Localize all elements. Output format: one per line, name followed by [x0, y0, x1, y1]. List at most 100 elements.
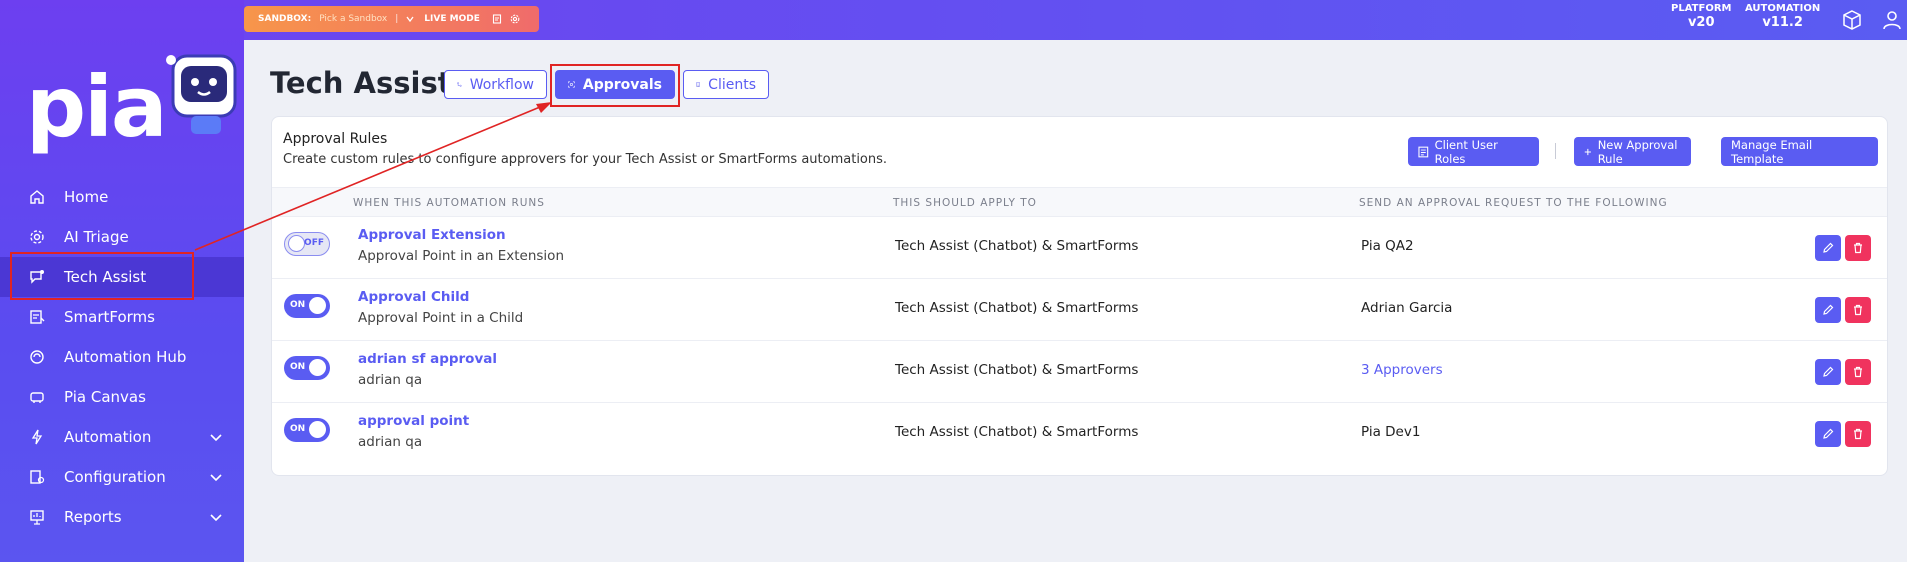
- pia-logo[interactable]: pia: [26, 62, 168, 152]
- annotation-highlight-tab: [550, 64, 680, 107]
- chevron-down-icon[interactable]: [406, 15, 414, 23]
- hub-icon: [28, 348, 46, 366]
- trash-icon: [1854, 428, 1862, 440]
- reports-icon: [28, 508, 46, 526]
- sidebar-nav: Home AI Triage Tech Assist SmartForms Au…: [0, 177, 244, 537]
- workflow-icon: [457, 82, 462, 87]
- rule-name-link[interactable]: Approval Child: [358, 289, 469, 305]
- toggle-knob: [309, 359, 326, 376]
- column-header-apply: THIS SHOULD APPLY TO: [893, 197, 1037, 209]
- sidebar-item-automation-hub[interactable]: Automation Hub: [0, 337, 244, 377]
- automation-version: AUTOMATION v11.2: [1745, 3, 1820, 31]
- clients-icon: [696, 82, 700, 87]
- approvers-link[interactable]: 3 Approvers: [1361, 362, 1443, 378]
- approval-rules-card: Approval Rules Create custom rules to co…: [271, 116, 1888, 476]
- sidebar-item-label: Reports: [64, 508, 122, 526]
- table-row: ON approval point adrian qa Tech Assist …: [272, 403, 1887, 465]
- rule-approvers: Pia QA2: [1361, 238, 1414, 254]
- sandbox-picker[interactable]: Pick a Sandbox: [319, 14, 387, 24]
- rule-approvers: Pia Dev1: [1361, 424, 1421, 440]
- document-icon[interactable]: [492, 14, 502, 24]
- platform-label: PLATFORM: [1671, 3, 1732, 14]
- toggle-knob: [309, 421, 326, 438]
- client-user-roles-button[interactable]: Client User Roles: [1408, 137, 1539, 166]
- pencil-icon: [1823, 304, 1834, 315]
- forms-icon: [28, 308, 46, 326]
- canvas-icon: [28, 388, 46, 406]
- chevron-down-icon[interactable]: [208, 469, 224, 485]
- rule-applies-to: Tech Assist (Chatbot) & SmartForms: [895, 300, 1139, 316]
- table-header: WHEN THIS AUTOMATION RUNS THIS SHOULD AP…: [272, 187, 1887, 217]
- platform-version-number: v20: [1687, 15, 1715, 30]
- sidebar-item-configuration[interactable]: Configuration: [0, 457, 244, 497]
- chevron-down-icon[interactable]: [208, 429, 224, 445]
- sandbox-bar[interactable]: SANDBOX: Pick a Sandbox | LIVE MODE: [244, 6, 539, 32]
- tab-label: Workflow: [469, 76, 534, 93]
- pencil-icon: [1823, 242, 1834, 253]
- rule-applies-to: Tech Assist (Chatbot) & SmartForms: [895, 238, 1139, 254]
- sidebar-item-label: Automation Hub: [64, 348, 187, 366]
- bolt-icon: [28, 428, 46, 446]
- edit-button[interactable]: [1815, 421, 1841, 447]
- table-row: OFF Approval Extension Approval Point in…: [272, 217, 1887, 279]
- trash-icon: [1854, 304, 1862, 316]
- tab-workflow[interactable]: Workflow: [444, 70, 547, 99]
- config-icon: [28, 468, 46, 486]
- sandbox-divider: |: [395, 14, 399, 24]
- edit-button[interactable]: [1815, 235, 1841, 261]
- rule-name-link[interactable]: adrian sf approval: [358, 351, 497, 367]
- table-row: ON Approval Child Approval Point in a Ch…: [272, 279, 1887, 341]
- delete-button[interactable]: [1845, 235, 1871, 261]
- settings-icon[interactable]: [510, 14, 520, 24]
- rule-toggle[interactable]: ON: [284, 418, 330, 442]
- table-row: ON adrian sf approval adrian qa Tech Ass…: [272, 341, 1887, 403]
- cube-icon[interactable]: [1841, 9, 1863, 31]
- rule-applies-to: Tech Assist (Chatbot) & SmartForms: [895, 424, 1139, 440]
- sandbox-label: SANDBOX:: [258, 14, 312, 24]
- annotation-highlight-sidebar: [10, 252, 194, 300]
- rule-approvers: Adrian Garcia: [1361, 300, 1453, 316]
- plus-icon: [1584, 148, 1591, 155]
- sidebar-item-reports[interactable]: Reports: [0, 497, 244, 537]
- pencil-icon: [1823, 428, 1834, 439]
- rule-name-link[interactable]: Approval Extension: [358, 227, 506, 243]
- rule-description: Approval Point in an Extension: [358, 248, 564, 264]
- trash-icon: [1854, 366, 1862, 378]
- sidebar-item-pia-canvas[interactable]: Pia Canvas: [0, 377, 244, 417]
- button-label: Client User Roles: [1434, 137, 1498, 166]
- button-label: Manage Email Template: [1731, 137, 1813, 166]
- toolbar-divider: [1555, 143, 1556, 159]
- tab-label: Clients: [708, 76, 756, 93]
- edit-button[interactable]: [1815, 359, 1841, 385]
- delete-button[interactable]: [1845, 421, 1871, 447]
- sidebar-item-label: Automation: [64, 428, 152, 446]
- chevron-down-icon[interactable]: [208, 509, 224, 525]
- rule-toggle[interactable]: ON: [284, 294, 330, 318]
- card-title: Approval Rules: [283, 131, 388, 147]
- column-header-send: SEND AN APPROVAL REQUEST TO THE FOLLOWIN…: [1359, 197, 1668, 209]
- robot-mascot-icon: [166, 54, 237, 134]
- gear-icon: [28, 228, 46, 246]
- manage-email-template-button[interactable]: Manage Email Template: [1721, 137, 1878, 166]
- delete-button[interactable]: [1845, 297, 1871, 323]
- tab-clients[interactable]: Clients: [683, 70, 769, 99]
- rule-toggle[interactable]: OFF: [284, 232, 330, 256]
- sidebar-item-label: Home: [64, 188, 109, 206]
- rule-toggle[interactable]: ON: [284, 356, 330, 380]
- automation-version-number: v11.2: [1762, 15, 1803, 30]
- rule-name-link[interactable]: approval point: [358, 413, 469, 429]
- column-header-runs: WHEN THIS AUTOMATION RUNS: [353, 197, 545, 209]
- new-approval-rule-button[interactable]: New Approval Rule: [1574, 137, 1691, 166]
- sidebar-item-ai-triage[interactable]: AI Triage: [0, 217, 244, 257]
- sidebar-item-smartforms[interactable]: SmartForms: [0, 297, 244, 337]
- sidebar-item-label: Configuration: [64, 468, 166, 486]
- edit-button[interactable]: [1815, 297, 1841, 323]
- delete-button[interactable]: [1845, 359, 1871, 385]
- user-icon[interactable]: [1881, 9, 1903, 31]
- sidebar-item-home[interactable]: Home: [0, 177, 244, 217]
- rule-description: adrian qa: [358, 372, 423, 388]
- sidebar-item-automation[interactable]: Automation: [0, 417, 244, 457]
- toggle-label: ON: [290, 300, 306, 310]
- button-label: New Approval Rule: [1597, 137, 1678, 166]
- toggle-label: OFF: [304, 238, 324, 248]
